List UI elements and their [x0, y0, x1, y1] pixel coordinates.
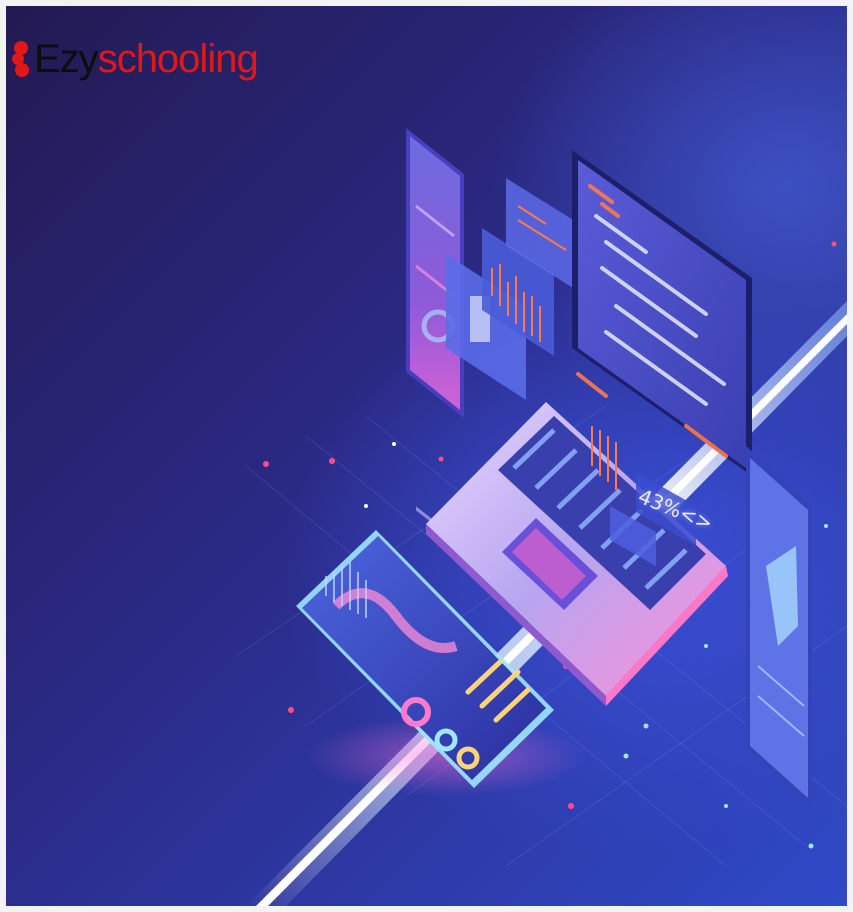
logo-mark-icon: [12, 41, 29, 77]
logo-text-ezy: Ezy: [34, 37, 99, 81]
brand-logo[interactable]: Ezy schooling: [10, 28, 259, 90]
logo-text-schooling: schooling: [97, 37, 259, 81]
right-tablet: [746, 446, 812, 806]
laptop-screen: [572, 150, 752, 476]
isometric-tech-scene: [235, 128, 847, 906]
hero-illustration: 43%<> Ezy schooling: [6, 6, 847, 906]
floating-chart-panels: [446, 178, 586, 400]
